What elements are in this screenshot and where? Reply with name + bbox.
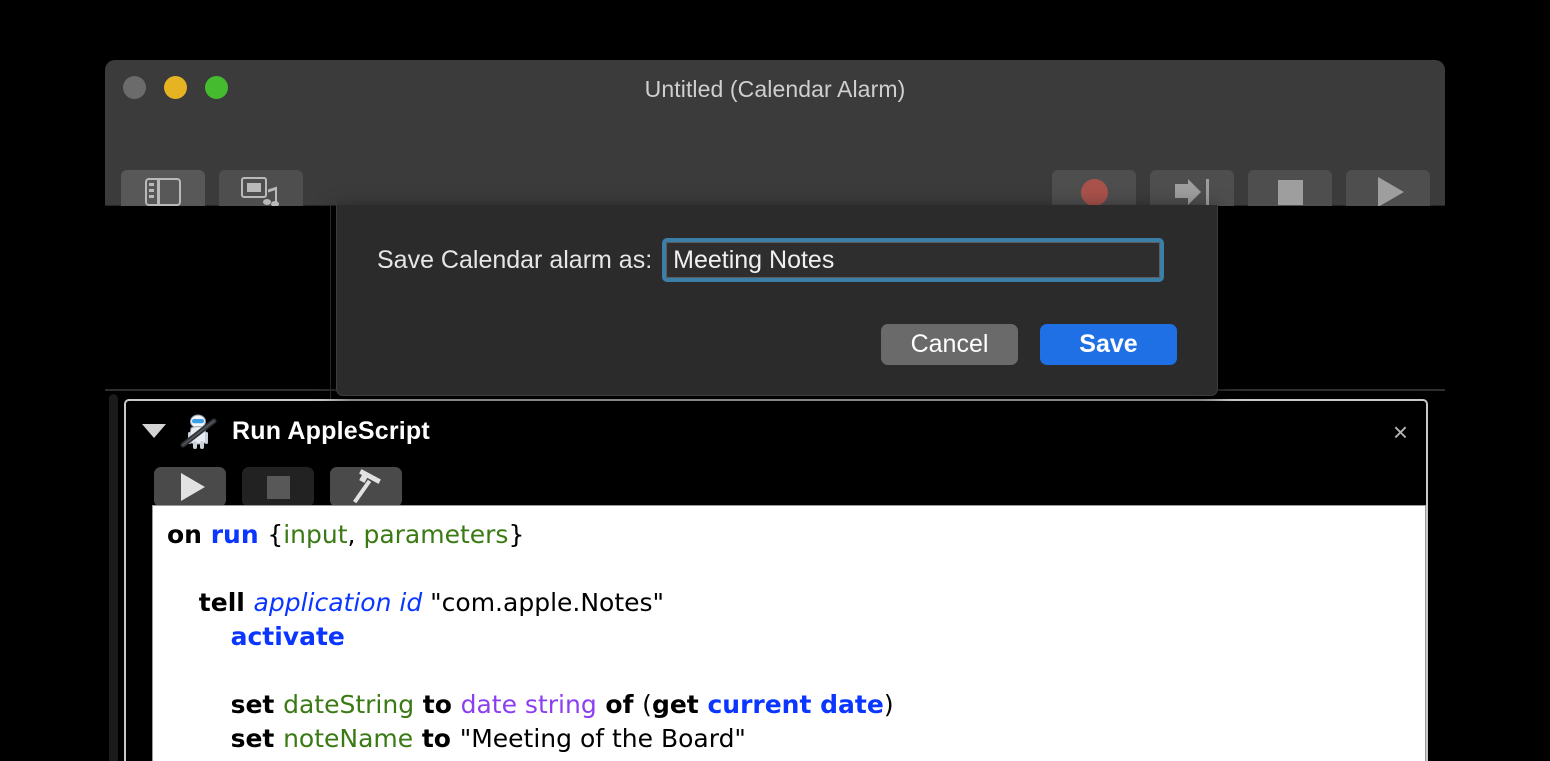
close-icon[interactable]: × <box>1393 419 1408 445</box>
save-button[interactable]: Save <box>1040 324 1177 365</box>
play-icon <box>180 473 205 501</box>
code-token: on <box>167 520 211 549</box>
code-token: current date <box>707 690 884 719</box>
code-token: set <box>230 690 284 719</box>
code-token: "com.apple.Notes" <box>422 588 665 617</box>
code-token: } <box>508 520 525 549</box>
code-line: set noteBody to dateString & "<br><br>" … <box>167 756 1425 761</box>
code-line: tell application id "com.apple.Notes" <box>167 586 1425 620</box>
code-token: run <box>210 520 268 549</box>
code-token: , <box>347 520 364 549</box>
code-token: "Meeting of the Board" <box>459 724 746 753</box>
code-token: dateString <box>283 690 415 719</box>
record-icon <box>1080 178 1108 206</box>
code-token: to <box>414 690 461 719</box>
action-block-run-applescript[interactable]: Run AppleScript × on run {input, paramet… <box>124 399 1428 761</box>
hammer-icon <box>351 469 381 504</box>
window-titlebar: Untitled (Calendar Alarm) <box>105 60 1445 117</box>
save-name-field-focus-ring <box>662 238 1165 282</box>
media-icon <box>241 177 281 207</box>
applescript-code-editor[interactable]: on run {input, parameters} tell applicat… <box>152 505 1426 761</box>
code-token: ) <box>883 690 894 719</box>
code-line: on run {input, parameters} <box>167 518 1425 552</box>
code-token: parameters <box>363 520 509 549</box>
action-compile-button[interactable] <box>330 467 402 507</box>
code-token: { <box>267 520 284 549</box>
code-token: input <box>283 520 348 549</box>
action-run-button[interactable] <box>154 467 226 507</box>
library-icon <box>145 177 181 207</box>
code-line: activate <box>167 620 1425 654</box>
code-token: get <box>651 690 708 719</box>
stop-icon <box>1277 179 1303 205</box>
code-token: of <box>596 690 643 719</box>
sheet-buttons: Cancel Save <box>881 324 1177 365</box>
stop-square-icon <box>266 475 290 499</box>
window-title: Untitled (Calendar Alarm) <box>644 76 906 102</box>
code-token: to <box>413 724 460 753</box>
save-as-label: Save Calendar alarm as: <box>377 245 653 274</box>
code-token: ( <box>642 690 652 719</box>
workflow-scrollbar[interactable] <box>109 394 118 761</box>
automator-robot-icon <box>180 412 218 450</box>
code-token: noteName <box>283 724 414 753</box>
save-calendar-alarm-sheet: Save Calendar alarm as: Cancel Save <box>336 205 1218 396</box>
code-token: date string <box>460 690 597 719</box>
code-token: application id <box>253 588 423 617</box>
code-token: set <box>230 724 284 753</box>
code-line: set dateString to date string of (get cu… <box>167 688 1425 722</box>
automator-window: Untitled (Calendar Alarm) Library <box>105 60 1445 761</box>
chevron-down-icon[interactable] <box>142 424 166 438</box>
action-title: Run AppleScript <box>232 416 430 445</box>
run-icon <box>1378 177 1404 207</box>
sheet-field-row: Save Calendar alarm as: <box>377 238 1165 282</box>
code-token: tell <box>198 588 254 617</box>
action-header[interactable]: Run AppleScript × <box>126 401 1426 461</box>
screen: Untitled (Calendar Alarm) Library <box>0 0 1550 761</box>
action-stop-button[interactable] <box>242 467 314 507</box>
action-button-row <box>126 461 1426 507</box>
cancel-button[interactable]: Cancel <box>881 324 1018 365</box>
code-line: set noteName to "Meeting of the Board" <box>167 722 1425 756</box>
step-icon <box>1175 179 1209 205</box>
toolbar: Library Media Re <box>105 117 1445 240</box>
save-name-input[interactable] <box>666 242 1161 278</box>
code-token: activate <box>230 622 345 651</box>
